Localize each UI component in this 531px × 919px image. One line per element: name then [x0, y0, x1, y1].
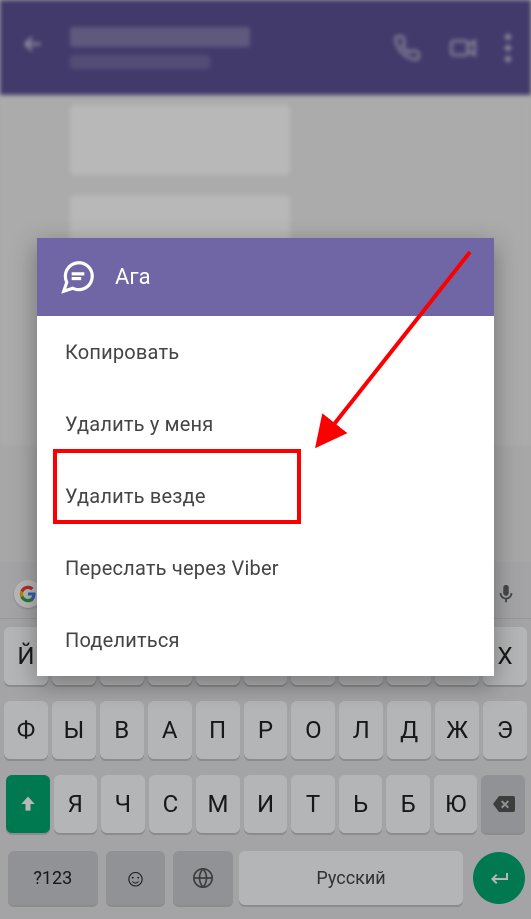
menu-item-share[interactable]: Поделиться	[37, 604, 494, 676]
menu-item-delete-everywhere[interactable]: Удалить везде	[37, 460, 494, 532]
chat-bubble-icon	[59, 258, 97, 296]
menu-item-forward-viber[interactable]: Переслать через Viber	[37, 532, 494, 604]
menu-item-copy[interactable]: Копировать	[37, 316, 494, 388]
message-context-menu: Ага Копировать Удалить у меня Удалить ве…	[37, 238, 494, 676]
modal-header: Ага	[37, 238, 494, 316]
modal-title: Ага	[115, 265, 151, 290]
menu-item-delete-for-me[interactable]: Удалить у меня	[37, 388, 494, 460]
